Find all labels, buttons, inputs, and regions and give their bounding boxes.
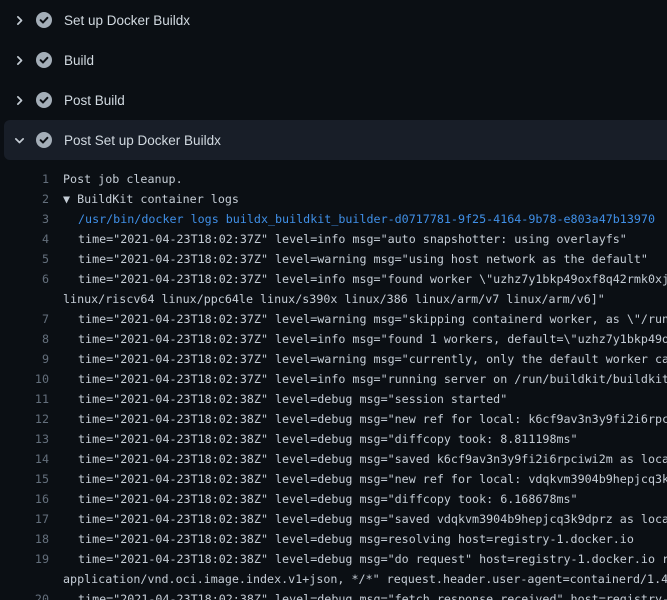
log-text: time="2021-04-23T18:02:37Z" level=warnin…	[78, 309, 667, 329]
log-row: 8 time="2021-04-23T18:02:37Z" level=info …	[0, 329, 667, 349]
line-number[interactable]: 13	[0, 429, 49, 449]
log-row: 20 time="2021-04-23T18:02:38Z" level=debu…	[0, 589, 667, 600]
line-number	[0, 569, 49, 589]
log-text: Post job cleanup.	[63, 169, 183, 189]
line-number[interactable]: 10	[0, 369, 49, 389]
log-row: 11 time="2021-04-23T18:02:38Z" level=debu…	[0, 389, 667, 409]
log-command-text: /usr/bin/docker logs buildx_buildkit_bui…	[78, 209, 655, 229]
check-circle-icon	[36, 12, 52, 28]
log-text: time="2021-04-23T18:02:38Z" level=debug …	[78, 409, 667, 429]
log-row: 6 time="2021-04-23T18:02:37Z" level=info …	[0, 269, 667, 289]
line-number[interactable]: 2	[0, 189, 49, 209]
log-text: time="2021-04-23T18:02:37Z" level=info m…	[78, 269, 667, 289]
log-text: time="2021-04-23T18:02:38Z" level=debug …	[78, 489, 578, 509]
log-row: 3/usr/bin/docker logs buildx_buildkit_bu…	[0, 209, 667, 229]
log-row: 10 time="2021-04-23T18:02:37Z" level=info…	[0, 369, 667, 389]
log-text: application/vnd.oci.image.index.v1+json,…	[63, 569, 667, 589]
log-row: 17 time="2021-04-23T18:02:38Z" level=debu…	[0, 509, 667, 529]
log-row: 16 time="2021-04-23T18:02:38Z" level=debu…	[0, 489, 667, 509]
line-number	[0, 289, 49, 309]
check-circle-icon	[36, 132, 52, 148]
log-row: 12 time="2021-04-23T18:02:38Z" level=debu…	[0, 409, 667, 429]
log-group-label[interactable]: BuildKit container logs	[77, 192, 239, 206]
line-number[interactable]: 8	[0, 329, 49, 349]
log-text: time="2021-04-23T18:02:37Z" level=info m…	[78, 329, 667, 349]
step-header-set-up-docker-buildx[interactable]: Set up Docker Buildx	[0, 0, 667, 40]
line-number[interactable]: 14	[0, 449, 49, 469]
line-number[interactable]: 16	[0, 489, 49, 509]
log-text: time="2021-04-23T18:02:38Z" level=debug …	[78, 589, 667, 600]
log-text: time="2021-04-23T18:02:38Z" level=debug …	[78, 449, 667, 469]
step-header-post-set-up-docker-buildx[interactable]: Post Set up Docker Buildx	[4, 120, 667, 160]
log-text: time="2021-04-23T18:02:38Z" level=debug …	[78, 389, 507, 409]
log-row: 9 time="2021-04-23T18:02:37Z" level=warni…	[0, 349, 667, 369]
log-row: 5 time="2021-04-23T18:02:37Z" level=warni…	[0, 249, 667, 269]
log-text: time="2021-04-23T18:02:38Z" level=debug …	[78, 509, 667, 529]
chevron-right-icon[interactable]	[11, 12, 27, 28]
step-header-build[interactable]: Build	[0, 40, 667, 80]
chevron-down-icon[interactable]	[11, 132, 27, 148]
log-text: linux/riscv64 linux/ppc64le linux/s390x …	[63, 289, 605, 309]
log-row: linux/riscv64 linux/ppc64le linux/s390x …	[0, 289, 667, 309]
step-header-post-build[interactable]: Post Build	[0, 80, 667, 120]
line-number[interactable]: 19	[0, 549, 49, 569]
log-row: 13 time="2021-04-23T18:02:38Z" level=debu…	[0, 429, 667, 449]
log-row: 15 time="2021-04-23T18:02:38Z" level=debu…	[0, 469, 667, 489]
line-number[interactable]: 1	[0, 169, 49, 189]
check-circle-icon	[36, 92, 52, 108]
log-row: 18 time="2021-04-23T18:02:38Z" level=debu…	[0, 529, 667, 549]
chevron-right-icon[interactable]	[11, 52, 27, 68]
line-number[interactable]: 5	[0, 249, 49, 269]
log-row: 2 ▼ BuildKit container logs	[0, 189, 667, 209]
log-row: 1 Post job cleanup.	[0, 169, 667, 189]
log-group-row[interactable]: ▼ BuildKit container logs	[63, 189, 239, 209]
log-row: 19 time="2021-04-23T18:02:38Z" level=debu…	[0, 549, 667, 569]
steps-list: Set up Docker Buildx Build Post Build Post …	[0, 0, 667, 160]
step-label: Post Build	[64, 93, 125, 108]
log-row: 7 time="2021-04-23T18:02:37Z" level=warni…	[0, 309, 667, 329]
step-label: Build	[64, 53, 94, 68]
log-area: 1 Post job cleanup. 2 ▼ BuildKit container …	[0, 160, 667, 600]
log-row: 4 time="2021-04-23T18:02:37Z" level=info …	[0, 229, 667, 249]
log-row: 14 time="2021-04-23T18:02:38Z" level=debu…	[0, 449, 667, 469]
line-number[interactable]: 18	[0, 529, 49, 549]
step-label: Post Set up Docker Buildx	[64, 133, 221, 148]
check-circle-icon	[36, 52, 52, 68]
line-number[interactable]: 4	[0, 229, 49, 249]
log-text: time="2021-04-23T18:02:37Z" level=warnin…	[78, 349, 667, 369]
line-number[interactable]: 17	[0, 509, 49, 529]
log-text: time="2021-04-23T18:02:37Z" level=warnin…	[78, 249, 648, 269]
line-number[interactable]: 15	[0, 469, 49, 489]
log-text: time="2021-04-23T18:02:38Z" level=debug …	[78, 469, 667, 489]
line-number[interactable]: 6	[0, 269, 49, 289]
log-text: time="2021-04-23T18:02:38Z" level=debug …	[78, 429, 578, 449]
log-text: time="2021-04-23T18:02:37Z" level=info m…	[78, 369, 667, 389]
line-number[interactable]: 11	[0, 389, 49, 409]
log-text: time="2021-04-23T18:02:38Z" level=debug …	[78, 529, 634, 549]
log-text: time="2021-04-23T18:02:37Z" level=info m…	[78, 229, 627, 249]
line-number[interactable]: 12	[0, 409, 49, 429]
disclosure-triangle-icon[interactable]: ▼	[63, 192, 70, 206]
chevron-right-icon[interactable]	[11, 92, 27, 108]
line-number[interactable]: 9	[0, 349, 49, 369]
line-number[interactable]: 7	[0, 309, 49, 329]
step-label: Set up Docker Buildx	[64, 13, 190, 28]
line-number[interactable]: 3	[0, 209, 49, 229]
line-number[interactable]: 20	[0, 589, 49, 600]
log-text: time="2021-04-23T18:02:38Z" level=debug …	[78, 549, 667, 569]
log-row: application/vnd.oci.image.index.v1+json,…	[0, 569, 667, 589]
